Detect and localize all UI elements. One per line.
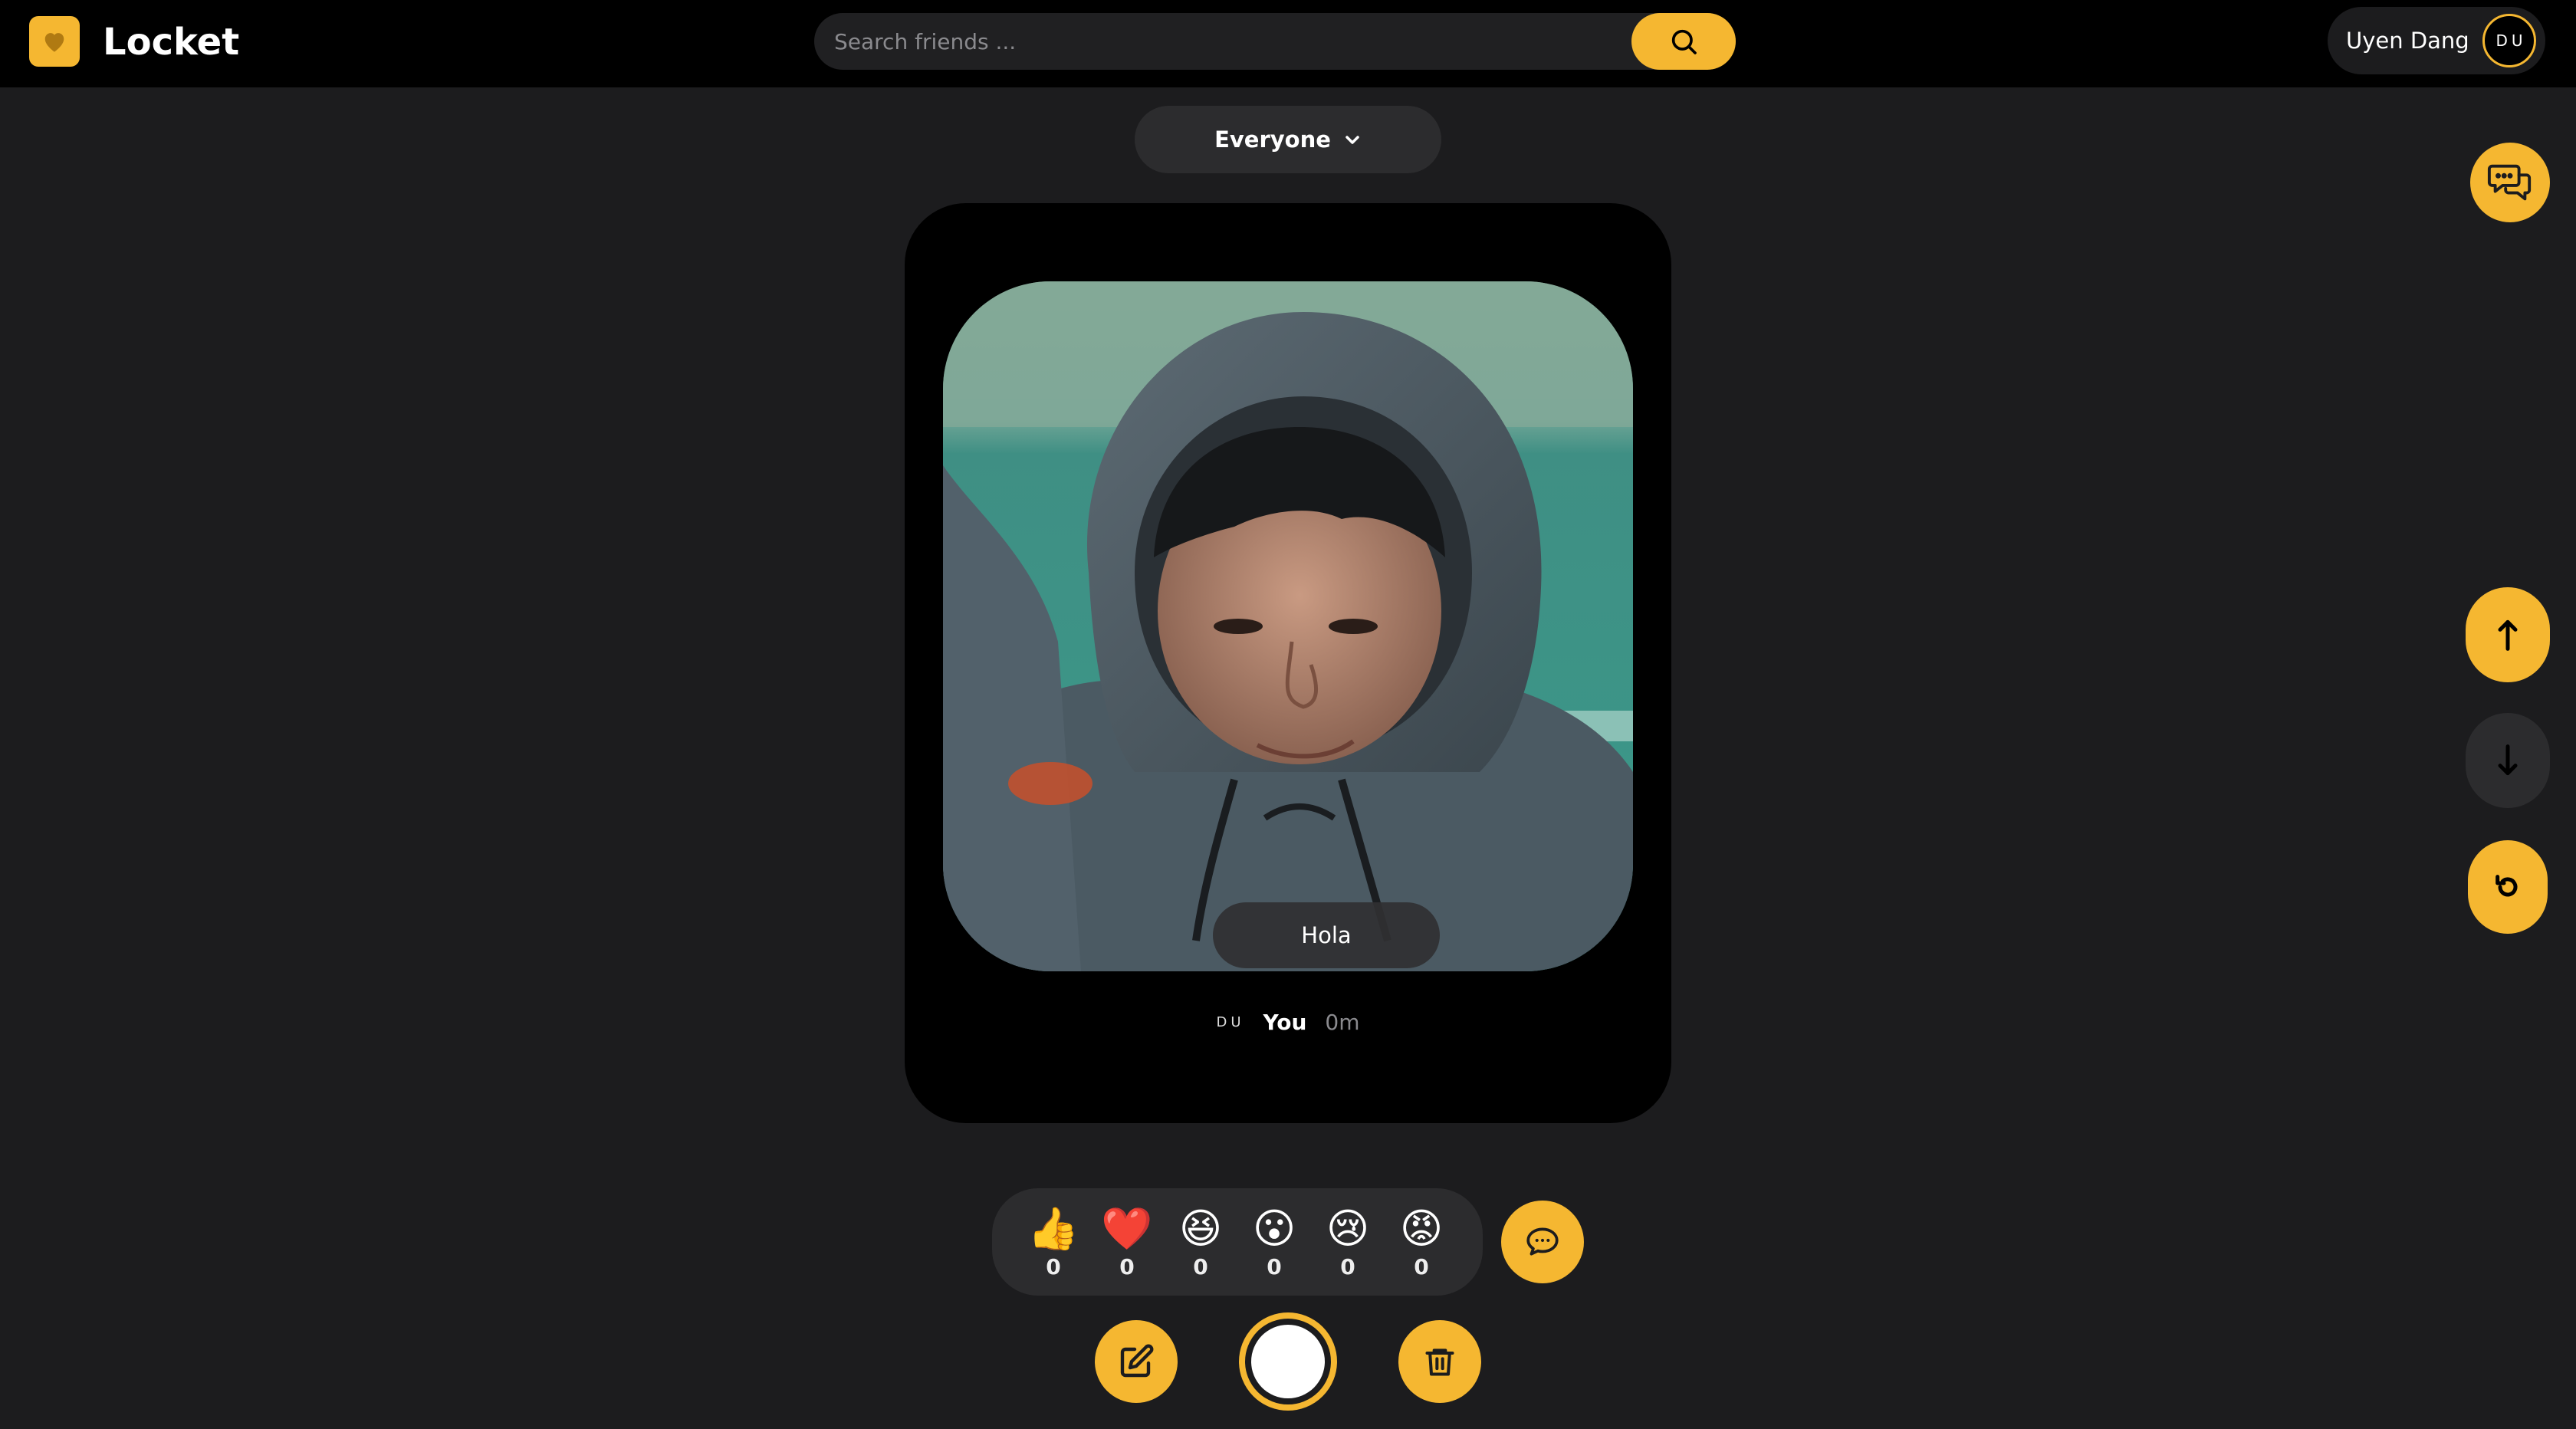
reaction-sad[interactable]: 😢 0 xyxy=(1321,1204,1375,1280)
edit-icon xyxy=(1120,1344,1154,1378)
top-bar: Locket Uyen Dang DU xyxy=(0,0,2576,87)
arrow-down-icon xyxy=(2498,744,2518,776)
capture-button[interactable] xyxy=(1239,1312,1337,1411)
reaction-like[interactable]: 👍 0 xyxy=(1027,1204,1080,1280)
post-caption: Hola xyxy=(1213,902,1440,968)
refresh-icon xyxy=(2496,875,2518,897)
shutter-inner xyxy=(1251,1325,1325,1398)
author-avatar: DU xyxy=(1216,1013,1245,1030)
author-name: You xyxy=(1263,1009,1307,1035)
user-menu[interactable]: Uyen Dang DU xyxy=(2328,7,2545,74)
post-photo[interactable]: Hola xyxy=(943,281,1633,971)
search-bar xyxy=(814,13,1736,70)
edit-button[interactable] xyxy=(1095,1320,1178,1403)
crying-face-icon: 😢 xyxy=(1326,1204,1370,1253)
delete-button[interactable] xyxy=(1398,1320,1481,1403)
user-name: Uyen Dang xyxy=(2346,28,2469,54)
refresh-button[interactable] xyxy=(2468,840,2548,934)
messages-button[interactable] xyxy=(2470,143,2550,222)
surprised-face-icon: 😮 xyxy=(1252,1204,1296,1253)
heart-icon xyxy=(44,33,64,52)
reaction-count: 0 xyxy=(1193,1254,1208,1280)
reaction-wow[interactable]: 😮 0 xyxy=(1247,1204,1301,1280)
laughing-face-icon: 😆 xyxy=(1178,1204,1223,1253)
audience-filter-dropdown[interactable]: Everyone xyxy=(1135,106,1441,173)
chevron-down-icon xyxy=(1346,136,1359,144)
reply-button[interactable] xyxy=(1501,1201,1584,1283)
post-time: 0m xyxy=(1325,1009,1360,1035)
search-button[interactable] xyxy=(1631,13,1736,70)
post-meta: DU You 0m xyxy=(905,1007,1671,1037)
selfie-photo xyxy=(943,281,1633,971)
audience-filter-label: Everyone xyxy=(1214,126,1331,153)
angry-face-icon: 😡 xyxy=(1399,1204,1444,1253)
reaction-count: 0 xyxy=(1340,1254,1355,1280)
reaction-angry[interactable]: 😡 0 xyxy=(1395,1204,1448,1280)
reaction-count: 0 xyxy=(1414,1254,1429,1280)
chat-bubbles-icon xyxy=(2487,164,2532,201)
scroll-up-button[interactable] xyxy=(2466,587,2550,682)
avatar[interactable]: DU xyxy=(2482,14,2536,67)
search-icon xyxy=(1671,29,1697,54)
post-card: Hola DU You 0m xyxy=(905,203,1671,1123)
app-title[interactable]: Locket xyxy=(103,19,239,65)
reaction-haha[interactable]: 😆 0 xyxy=(1174,1204,1227,1280)
like-icon: 👍 xyxy=(1027,1204,1079,1253)
trash-icon xyxy=(1425,1349,1454,1376)
reaction-count: 0 xyxy=(1046,1254,1061,1280)
reaction-bar: 👍 0 ❤️ 0 😆 0 😮 0 😢 0 😡 0 xyxy=(992,1188,1483,1296)
heart-icon: ❤️ xyxy=(1101,1204,1153,1253)
reaction-count: 0 xyxy=(1119,1254,1135,1280)
app-logo[interactable] xyxy=(29,16,80,67)
reaction-love[interactable]: ❤️ 0 xyxy=(1100,1204,1154,1280)
search-input[interactable] xyxy=(834,13,1601,70)
message-icon xyxy=(1526,1227,1559,1256)
scroll-down-button[interactable] xyxy=(2466,713,2550,808)
arrow-up-icon xyxy=(2498,619,2518,651)
reaction-count: 0 xyxy=(1267,1254,1282,1280)
